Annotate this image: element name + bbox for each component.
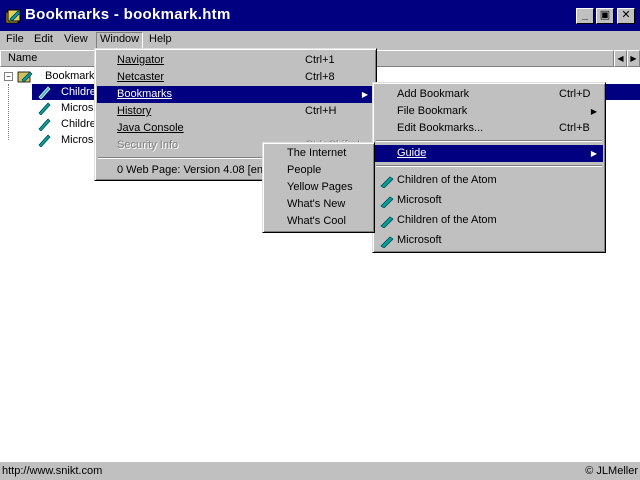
bookmark-link-icon [380,196,394,208]
item-label: People [287,164,322,176]
tree-root-row[interactable]: − Bookmark [4,68,95,84]
guide-submenu: The Internet People Yellow Pages What's … [262,142,375,233]
menu-item-guide[interactable]: Guide ▶ [375,145,603,162]
item-label: 0 Web Page: Version 4.08 [en] [117,164,267,176]
item-label: Security Info [117,139,179,151]
item-label: Microsoft [397,234,442,246]
title-bar: Bookmarks - bookmark.htm _ ▣ ✕ [0,0,640,32]
menu-item-yellow-pages[interactable]: Yellow Pages [265,179,372,196]
menu-help[interactable]: Help [146,32,175,47]
item-label: Children of the Atom [397,214,497,226]
menu-item-edit-bookmarks[interactable]: Edit Bookmarks... Ctrl+B [375,120,603,137]
bookmark-link-icon [38,102,51,115]
item-label: Edit Bookmarks... [397,122,484,134]
submenu-arrow-icon: ▶ [361,90,368,99]
item-label: Guide [397,147,427,159]
item-label: Bookmarks [117,88,173,100]
bookmarks-submenu: Add Bookmark Ctrl+D File Bookmark ▶ Edit… [372,82,606,253]
menu-item-people[interactable]: People [265,162,372,179]
item-shortcut: Ctrl+8 [305,71,335,83]
bookmark-link-icon [38,118,51,131]
item-label: Add Bookmark [397,88,470,100]
item-label: Yellow Pages [287,181,353,193]
collapse-icon[interactable]: − [4,72,13,81]
menu-separator [376,140,602,142]
bookmark-link-microsoft-1[interactable]: Microsoft [375,192,603,209]
bookmark-link-microsoft-2[interactable]: Microsoft [375,232,603,249]
item-label: Navigator [117,54,165,66]
item-label: File Bookmark [397,105,468,117]
menu-item-netcaster[interactable]: Netcaster Ctrl+8 [97,69,374,86]
menu-window[interactable]: Window [96,32,144,49]
tree-root-label: Bookmark [45,70,95,82]
menu-bar: File Edit View Window Help [0,31,640,49]
menu-item-whats-cool[interactable]: What's Cool [265,213,372,230]
submenu-arrow-icon: ▶ [590,107,597,116]
tree-item-label: Childre [61,118,96,130]
menu-item-bookmarks[interactable]: Bookmarks ▶ [97,86,374,103]
tree-item-microsoft-1[interactable]: Micros [32,100,102,116]
window-title: Bookmarks - bookmark.htm [25,6,231,23]
item-label: Java Console [117,122,184,134]
scroll-right-icon[interactable]: ▶ [627,50,640,67]
item-label: What's Cool [287,215,346,227]
scroll-left-icon[interactable]: ◀ [614,50,627,67]
menu-view[interactable]: View [61,32,91,47]
tree-item-microsoft-2[interactable]: Micros [32,132,102,148]
item-label: The Internet [287,147,347,159]
tree-item-label: Micros [61,102,94,114]
bookmark-link-icon [380,216,394,228]
menu-item-java-console[interactable]: Java Console [97,120,374,137]
menu-file[interactable]: File [3,32,27,47]
item-shortcut: Ctrl+1 [305,54,335,66]
status-bar: http://www.snikt.com © JLMeller [0,462,640,480]
menu-item-navigator[interactable]: Navigator Ctrl+1 [97,52,374,69]
item-label: Netcaster [117,71,165,83]
close-button[interactable]: ✕ [617,8,635,24]
item-shortcut: Ctrl+D [559,88,591,100]
status-url: http://www.snikt.com [2,465,103,477]
item-label: What's New [287,198,346,210]
tree-item-label: Micros [61,134,94,146]
menu-item-add-bookmark[interactable]: Add Bookmark Ctrl+D [375,86,603,103]
status-copyright: © JLMeller [585,465,638,477]
item-shortcut: Ctrl+B [559,122,590,134]
bookmark-link-icon [380,176,394,188]
item-label: Microsoft [397,194,442,206]
item-label: Children of the Atom [397,174,497,186]
item-shortcut: Ctrl+H [305,105,337,117]
bookmark-link-children-2[interactable]: Children of the Atom [375,212,603,229]
item-label: History [117,105,152,117]
bookmarks-app-icon [5,9,21,24]
submenu-arrow-icon: ▶ [590,149,597,158]
bookmark-folder-icon [17,71,33,83]
tree-lines [8,84,9,140]
tree-item-children-2[interactable]: Childre [32,116,102,132]
bookmark-link-icon [38,86,51,99]
bookmark-link-icon [380,236,394,248]
menu-separator [376,165,602,167]
menu-item-history[interactable]: History Ctrl+H [97,103,374,120]
maximize-button[interactable]: ▣ [596,8,614,24]
bookmark-link-children-1[interactable]: Children of the Atom [375,172,603,189]
menu-item-whats-new[interactable]: What's New [265,196,372,213]
tree-item-label: Childre [61,86,96,98]
bookmark-link-icon [38,134,51,147]
menu-item-the-internet[interactable]: The Internet [265,145,372,162]
minimize-button[interactable]: _ [576,8,594,24]
menu-item-file-bookmark[interactable]: File Bookmark ▶ [375,103,603,120]
menu-edit[interactable]: Edit [31,32,56,47]
